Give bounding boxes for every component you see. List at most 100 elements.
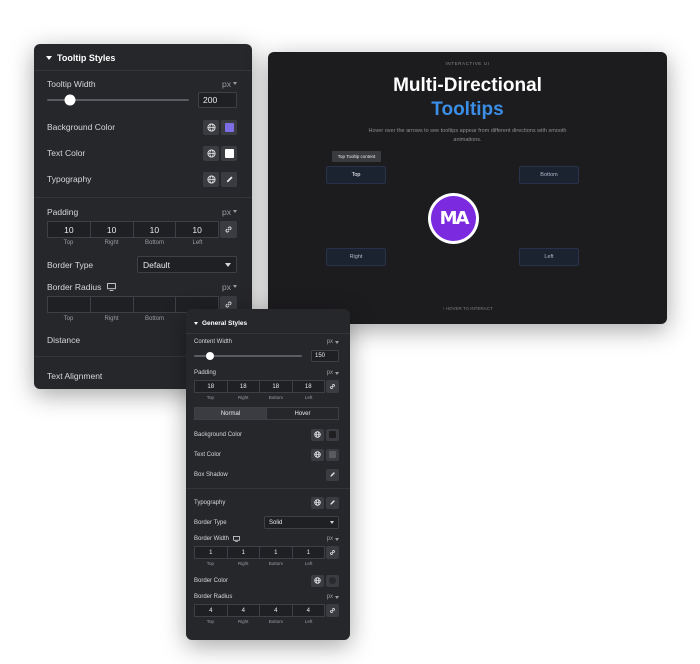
border-radius-row: Border Radius px <box>47 281 237 292</box>
padding-right-input[interactable]: 18 <box>227 380 260 393</box>
tooltip-width-row: Tooltip Width px <box>47 78 237 89</box>
border-type-select[interactable]: Default <box>137 256 237 273</box>
slider-thumb[interactable] <box>64 94 76 106</box>
typography-row: Typography <box>47 171 237 187</box>
desktop-icon[interactable] <box>233 536 240 542</box>
padding-label: Padding <box>47 206 79 217</box>
general-styles-title: General Styles <box>202 320 248 327</box>
globe-icon <box>314 451 321 458</box>
tooltip-width-input[interactable]: 200 <box>198 92 237 108</box>
side-label-top: Top <box>63 316 74 322</box>
padding-top-input[interactable]: 18 <box>194 380 228 393</box>
edit-typography-button[interactable] <box>221 171 237 187</box>
tooltip-width-slider[interactable] <box>47 92 189 108</box>
top-button[interactable]: Top <box>326 166 386 184</box>
padding-left-input[interactable]: 10 <box>176 221 219 238</box>
padding-right-input[interactable]: 10 <box>90 221 134 238</box>
padding-unit[interactable]: px <box>222 207 237 217</box>
tab-hover[interactable]: Hover <box>267 407 339 420</box>
tooltip-styles-header[interactable]: Tooltip Styles <box>46 53 115 63</box>
global-color-button[interactable] <box>311 428 324 441</box>
background-color-swatch-button[interactable] <box>326 428 339 441</box>
border-width-right-input[interactable]: 1 <box>227 546 260 559</box>
link-values-button[interactable] <box>220 221 237 238</box>
border-width-top-input[interactable]: 1 <box>194 546 228 559</box>
link-values-button[interactable] <box>326 604 339 617</box>
padding-side-labels: Top Right Bottom Left <box>194 395 325 400</box>
global-color-button[interactable] <box>311 574 324 587</box>
padding-bottom-input[interactable]: 10 <box>133 221 177 238</box>
tab-normal[interactable]: Normal <box>194 407 267 420</box>
chevron-down-icon <box>225 262 231 267</box>
side-label-right: Right <box>237 561 249 566</box>
globe-icon <box>206 148 216 158</box>
edit-box-shadow-button[interactable] <box>326 468 339 481</box>
tooltip-width-unit[interactable]: px <box>222 79 237 89</box>
background-color-swatch-button[interactable] <box>221 119 237 135</box>
box-shadow-row: Box Shadow <box>194 468 339 481</box>
side-label-right: Right <box>104 240 119 246</box>
general-styles-header[interactable]: General Styles <box>194 320 247 327</box>
background-color-row: Background Color <box>194 428 339 441</box>
padding-unit[interactable]: px <box>327 370 339 376</box>
link-icon <box>330 608 335 613</box>
border-width-bottom-input[interactable]: 1 <box>260 546 293 559</box>
border-radius-unit[interactable]: px <box>222 282 237 292</box>
link-values-button[interactable] <box>326 380 339 393</box>
global-color-button[interactable] <box>203 119 219 135</box>
global-typography-button[interactable] <box>203 171 219 187</box>
radius-right-input[interactable]: 4 <box>227 604 260 617</box>
padding-top-input[interactable]: 10 <box>47 221 91 238</box>
border-color-swatch-button[interactable] <box>326 574 339 587</box>
link-icon <box>330 550 335 555</box>
caret-down-icon <box>194 322 198 325</box>
globe-icon <box>314 499 321 506</box>
caret-down-icon <box>46 56 52 60</box>
border-radius-unit[interactable]: px <box>327 594 339 600</box>
radius-bottom-input[interactable] <box>133 296 177 313</box>
radius-left-input[interactable]: 4 <box>292 604 325 617</box>
radius-right-input[interactable] <box>90 296 134 313</box>
border-type-select[interactable]: Solid <box>264 516 339 529</box>
border-width-unit[interactable]: px <box>327 536 339 542</box>
border-type-row: Border Type Solid <box>194 516 339 529</box>
border-width-row: Border Width px <box>194 535 339 543</box>
radius-top-input[interactable]: 4 <box>194 604 228 617</box>
content-width-row: Content Width px <box>194 338 339 346</box>
globe-icon <box>206 122 216 132</box>
border-width-left-input[interactable]: 1 <box>292 546 325 559</box>
global-color-button[interactable] <box>203 145 219 161</box>
slider-thumb[interactable] <box>206 352 215 360</box>
global-typography-button[interactable] <box>311 496 324 509</box>
preview-title: Multi-Directional <box>393 75 542 96</box>
content-width-slider[interactable] <box>194 350 302 362</box>
radius-top-input[interactable] <box>47 296 91 313</box>
tooltip-width-label: Tooltip Width <box>47 78 96 89</box>
border-type-label: Border Type <box>194 519 227 526</box>
chevron-down-icon <box>335 595 339 599</box>
side-label-top: Top <box>206 561 214 566</box>
content-width-control: 150 <box>194 350 339 362</box>
content-width-label: Content Width <box>194 339 233 345</box>
preview-eyebrow: INTERACTIVE UI <box>445 61 490 66</box>
global-color-button[interactable] <box>311 448 324 461</box>
color-swatch <box>329 577 336 584</box>
general-styles-panel: General Styles Content Width px 150 Padd… <box>186 309 350 640</box>
typography-label: Typography <box>47 174 92 184</box>
text-color-swatch-button[interactable] <box>221 145 237 161</box>
bottom-button[interactable]: Bottom <box>519 166 579 184</box>
content-width-input[interactable]: 150 <box>311 350 339 362</box>
padding-row: Padding px <box>194 369 339 377</box>
link-values-button[interactable] <box>326 546 339 559</box>
desktop-icon[interactable] <box>107 282 117 291</box>
link-icon <box>330 384 335 389</box>
content-width-unit[interactable]: px <box>327 339 339 345</box>
radius-bottom-input[interactable]: 4 <box>260 604 293 617</box>
chevron-down-icon <box>335 340 339 344</box>
edit-typography-button[interactable] <box>326 496 339 509</box>
padding-bottom-input[interactable]: 18 <box>260 380 293 393</box>
text-color-swatch-button[interactable] <box>326 448 339 461</box>
right-button[interactable]: Right <box>326 248 386 266</box>
padding-left-input[interactable]: 18 <box>292 380 325 393</box>
left-button[interactable]: Left <box>519 248 579 266</box>
